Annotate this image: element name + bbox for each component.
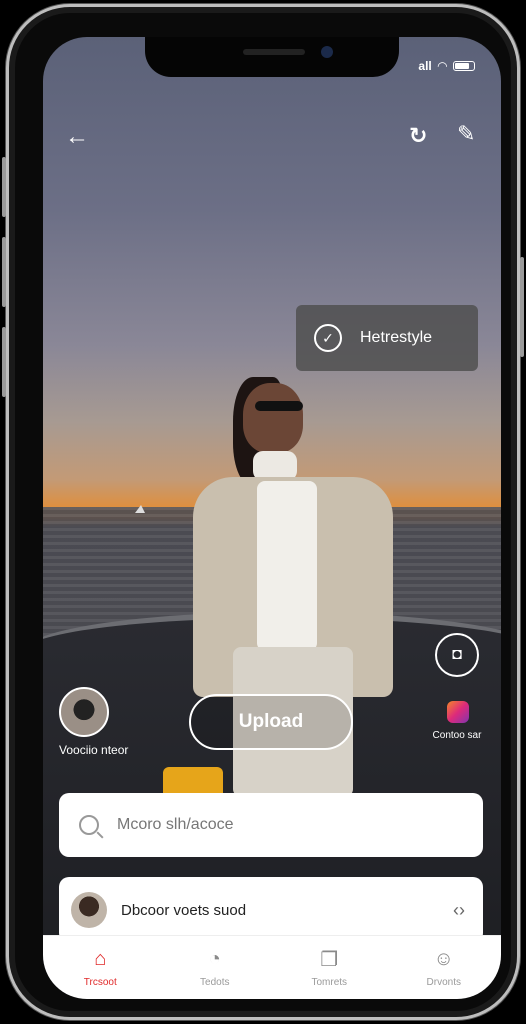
avatar-caption: Voociio nteor — [59, 743, 129, 757]
wifi-icon: ◠ — [437, 59, 447, 73]
tab-label: Tedots — [200, 977, 230, 988]
upload-button[interactable]: Upload — [189, 694, 353, 750]
search-input[interactable] — [117, 816, 437, 834]
song-title: Dbcoor voets suod — [121, 901, 247, 919]
tab-label: Tomrets — [311, 977, 348, 988]
back-arrow-icon[interactable]: ← — [65, 123, 89, 151]
gallery-caption: Contoo sar — [432, 730, 482, 741]
profile-icon: ☺ — [433, 947, 454, 970]
speaker — [243, 49, 305, 55]
home-icon: ⌂ — [94, 947, 107, 970]
side-button — [2, 157, 6, 217]
options-icon[interactable]: ◘ — [435, 633, 479, 677]
sunglasses — [255, 401, 303, 411]
style-chip[interactable]: ✓ Hetrestyle — [296, 305, 478, 371]
edit-icon[interactable]: ✎ — [457, 121, 475, 147]
avatar[interactable] — [59, 687, 109, 737]
check-icon: ✓ — [314, 324, 342, 352]
front-camera — [321, 46, 333, 58]
tab-home[interactable]: ⌂ Trcsoot — [55, 947, 145, 989]
song-card[interactable]: Dbcoor voets suod ‹› — [59, 877, 483, 943]
side-button — [2, 327, 6, 397]
style-chip-label: Hetrestyle — [360, 329, 433, 346]
notch — [145, 37, 399, 77]
signal-icon: all — [418, 59, 432, 73]
battery-icon — [453, 61, 475, 71]
tab-label: Drvonts — [426, 977, 461, 988]
shirt — [257, 481, 317, 651]
song-avatar — [71, 892, 107, 928]
side-button — [520, 257, 524, 357]
side-button — [2, 237, 6, 307]
tab-copy[interactable]: ❐ Tomrets — [284, 947, 374, 989]
tab-label: Trcsoot — [83, 977, 117, 988]
tab-bar: ⌂ Trcsoot ◔ Tedots ❐ Tomrets ☺ Drvonts — [43, 935, 501, 999]
refresh-icon[interactable]: ↻ — [409, 123, 427, 149]
phone-frame: all ◠ ← ↻ ✎ ✓ Hetrestyle ◘ Contoo sar Vo… — [2, 4, 524, 1020]
gallery-icon[interactable] — [447, 701, 469, 723]
activity-icon: ◔ — [208, 947, 221, 970]
head — [243, 383, 303, 453]
search-bar[interactable] — [59, 793, 483, 857]
tab-profile[interactable]: ☺ Drvonts — [399, 947, 489, 989]
tab-activity[interactable]: ◔ Tedots — [170, 947, 260, 989]
expand-icon[interactable]: ‹› — [453, 900, 465, 921]
status-bar: all ◠ — [418, 59, 475, 73]
search-icon — [79, 815, 99, 835]
screen: all ◠ ← ↻ ✎ ✓ Hetrestyle ◘ Contoo sar Vo… — [43, 37, 501, 999]
copy-icon: ❐ — [320, 948, 339, 971]
